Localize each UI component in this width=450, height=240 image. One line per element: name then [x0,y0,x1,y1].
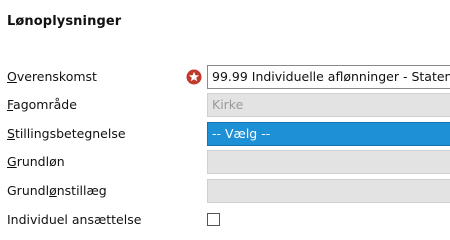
stillingsbetegnelse-label-accesskey: S [7,126,15,141]
overenskomst-label-rest: verenskomst [16,69,97,84]
grundloenstillaeg-row: Grundlønstillæg [0,179,450,203]
grundloenstillaeg-label-post: nstillæg [56,183,107,198]
grundloenstillaeg-label-accesskey: ø [49,183,57,198]
individuel-ansaettelse-checkbox[interactable] [207,213,220,226]
individuel-ansaettelse-row: Individuel ansættelse [0,208,450,232]
grundloen-row: Grundløn [0,150,450,174]
overenskomst-select[interactable]: 99.99 Individuelle aflønninger - Staten [207,65,450,89]
overenskomst-label-accesskey: O [7,69,17,84]
grundloen-label-accesskey: G [7,154,17,169]
fagomraade-select: Kirke [207,93,450,117]
grundloenstillaeg-label: Grundlønstillæg [7,183,107,199]
fagomraade-label-rest: agområde [13,97,77,112]
grundloenstillaeg-input [207,179,450,203]
grundloen-input [207,150,450,174]
fagomraade-label: Fagområde [7,97,77,113]
overenskomst-label: Overenskomst [7,69,97,85]
grundloenstillaeg-label-pre: Grundl [7,183,50,198]
star-required-icon [186,69,202,85]
stillingsbetegnelse-select[interactable]: -- Vælg -- [207,122,450,146]
stillingsbetegnelse-label-rest: tillingsbetegnelse [14,126,126,141]
individuel-ansaettelse-label: Individuel ansættelse [7,212,142,227]
grundloen-label: Grundløn [7,154,65,170]
overenskomst-row: Overenskomst 99.99 Individuelle aflønnin… [0,65,450,89]
stillingsbetegnelse-label: Stillingsbetegnelse [7,126,126,142]
stillingsbetegnelse-row: Stillingsbetegnelse -- Vælg -- [0,122,450,146]
fagomraade-row: Fagområde Kirke [0,93,450,117]
loenoplysninger-panel: Lønoplysninger Overenskomst 99.99 Indivi… [0,0,450,240]
grundloen-label-rest: rundløn [16,154,65,169]
section-title: Lønoplysninger [7,14,122,29]
